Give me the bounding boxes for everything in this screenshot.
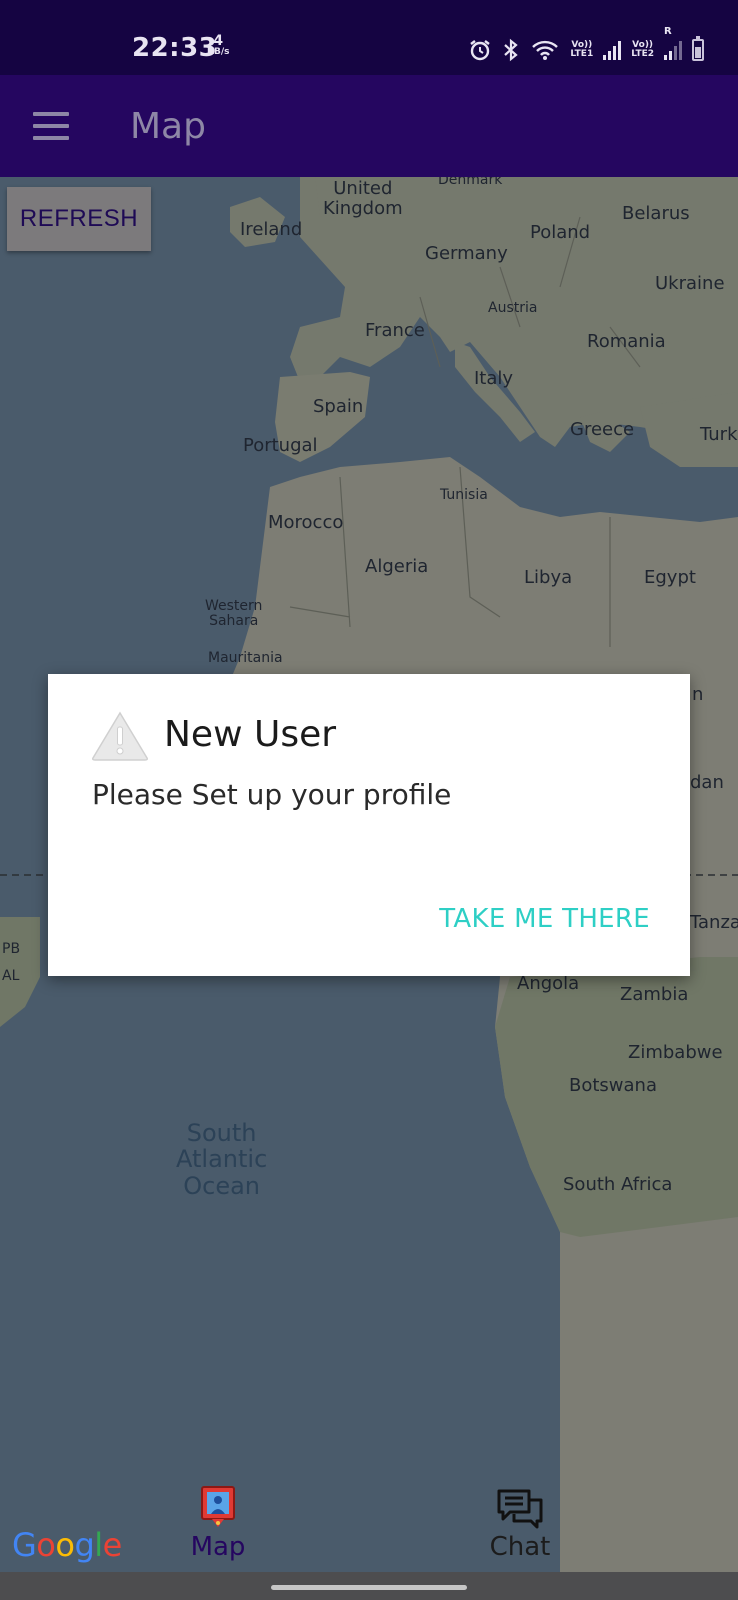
- status-time: 22:33: [132, 33, 218, 63]
- app-bar: [0, 75, 738, 177]
- nav-item-chat[interactable]: Chat: [450, 1480, 590, 1572]
- map-label-pb: PB: [2, 941, 21, 957]
- map-label-poland: Poland: [530, 222, 591, 243]
- page-title: Map: [130, 106, 206, 147]
- nav-label-chat: Chat: [489, 1532, 551, 1562]
- map-label-greece: Greece: [570, 419, 635, 440]
- map-label-ukraine: Ukraine: [655, 273, 725, 294]
- map-label-western-sahara: Western Sahara: [205, 598, 263, 630]
- nav-label-map: Map: [190, 1532, 246, 1562]
- map-label-portugal: Portugal: [243, 435, 318, 456]
- dialog-title: New User: [164, 714, 337, 755]
- refresh-button[interactable]: REFRESH: [7, 187, 151, 251]
- map-label-zimbabwe: Zimbabwe: [628, 1042, 723, 1063]
- map-label-austria: Austria: [488, 300, 538, 316]
- network-speed: 4 KB/s: [207, 34, 229, 57]
- network-speed-value: 4: [213, 33, 224, 49]
- map-label-angola: Angola: [517, 973, 580, 994]
- map-label-italy: Italy: [474, 368, 514, 389]
- warning-icon: [92, 711, 148, 761]
- map-label-libya: Libya: [524, 567, 573, 588]
- sim2-label: Vo)) LTE2: [631, 39, 654, 59]
- map-label-belarus: Belarus: [622, 203, 690, 224]
- network-speed-unit: KB/s: [207, 47, 230, 57]
- map-pin-icon: [201, 1486, 235, 1527]
- chat-bubbles-icon: [497, 1489, 543, 1529]
- map-label-ocean: South Atlantic Ocean: [176, 1119, 268, 1200]
- take-me-there-button[interactable]: TAKE ME THERE: [439, 904, 650, 934]
- map-label-egypt: Egypt: [644, 567, 696, 588]
- map-label-chad-cut: n: [692, 684, 704, 705]
- map-label-morocco: Morocco: [268, 512, 344, 533]
- map-label-botswana: Botswana: [569, 1075, 657, 1096]
- status-bar: 22:33 4 KB/s Vo)) LTE1 Vo)) LTE2 R: [0, 0, 738, 75]
- map-label-mauritania: Mauritania: [208, 650, 283, 666]
- map-label-ireland: Ireland: [240, 219, 303, 240]
- map-label-uk: United Kingdom: [323, 178, 403, 219]
- battery-icon: [692, 36, 704, 61]
- map-label-south-africa: South Africa: [563, 1174, 673, 1195]
- home-indicator[interactable]: [271, 1585, 467, 1590]
- signal-icon: [603, 40, 622, 60]
- map-label-algeria: Algeria: [365, 556, 429, 577]
- map-label-germany: Germany: [425, 243, 508, 264]
- dialog-message: Please Set up your profile: [92, 778, 452, 811]
- map-label-france: France: [365, 320, 425, 341]
- map-label-sudan-cut: dan: [690, 772, 724, 793]
- map-label-romania: Romania: [587, 331, 666, 352]
- wifi-icon: [532, 40, 559, 60]
- bottom-nav: Map Chat: [0, 1480, 738, 1572]
- alarm-icon: [470, 40, 491, 61]
- map-label-tanzania-cut: Tanza: [690, 912, 738, 933]
- nav-item-map[interactable]: Map: [148, 1480, 288, 1572]
- bluetooth-icon: [504, 38, 519, 62]
- signal-icon: [664, 40, 682, 60]
- sim1-label: Vo)) LTE1: [570, 39, 594, 59]
- map-label-spain: Spain: [313, 396, 364, 417]
- map-label-denmark: Denmark: [438, 177, 503, 188]
- new-user-dialog: New User Please Set up your profile TAKE…: [48, 674, 690, 976]
- map-label-zambia: Zambia: [620, 984, 689, 1005]
- map-label-al: AL: [2, 968, 20, 984]
- roaming-indicator: R: [664, 26, 672, 37]
- map-label-tunisia: Tunisia: [440, 487, 488, 503]
- map-label-turkey: Turk: [700, 424, 738, 445]
- signal-roaming: R: [664, 26, 682, 60]
- hamburger-menu-icon[interactable]: [33, 112, 69, 140]
- status-icons: Vo)) LTE1 Vo)) LTE2 R: [468, 26, 704, 64]
